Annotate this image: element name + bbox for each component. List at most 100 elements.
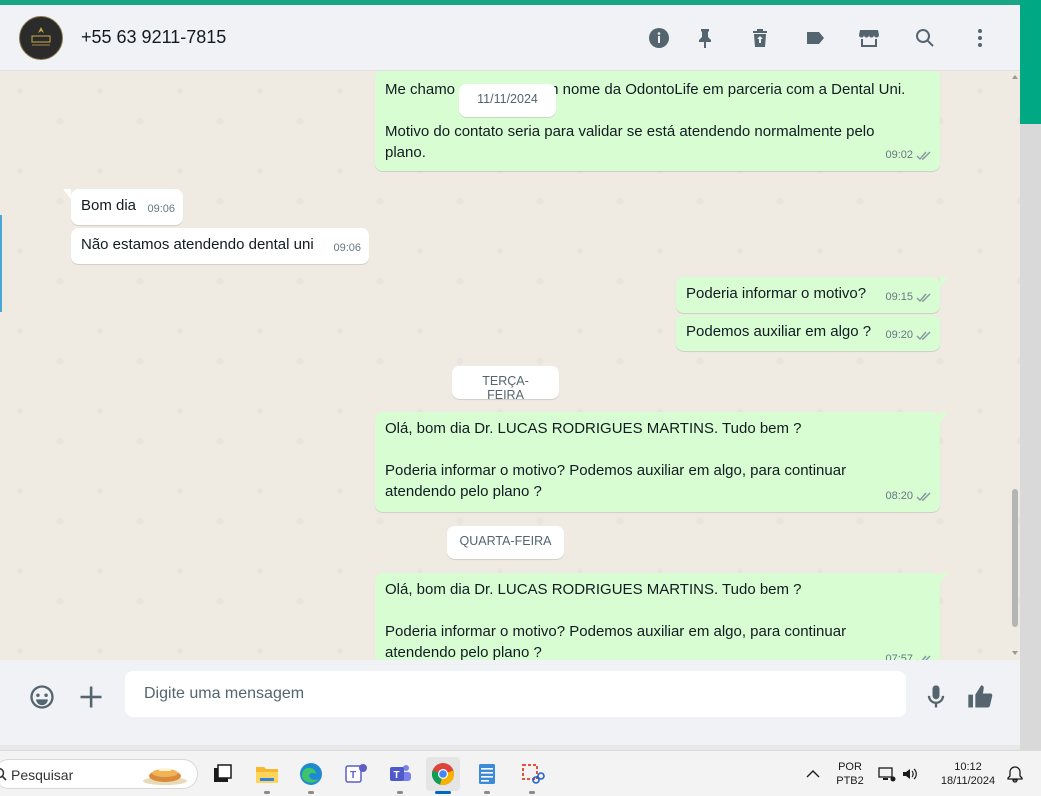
message-time: 09:15 bbox=[885, 291, 913, 303]
message-meta: 07:57 bbox=[885, 649, 932, 660]
voice-button[interactable] bbox=[921, 682, 951, 712]
message-meta: 09:20 bbox=[885, 325, 932, 346]
floating-date-chip: 11/11/2024 bbox=[459, 84, 556, 117]
search-button[interactable] bbox=[912, 25, 938, 51]
scrollbar-thumb[interactable] bbox=[1012, 489, 1018, 627]
plus-icon bbox=[80, 686, 102, 708]
emoji-icon bbox=[30, 685, 54, 709]
store-icon bbox=[859, 30, 879, 47]
catalog-button[interactable] bbox=[856, 25, 882, 51]
svg-text:T: T bbox=[350, 770, 356, 781]
message-meta: 09:06 bbox=[333, 238, 361, 259]
taskbar-teams-work[interactable]: T bbox=[339, 757, 373, 791]
scroll-down-arrow[interactable] bbox=[1012, 651, 1018, 655]
message-incoming[interactable]: Não estamos atendendo dental uni 09:06 bbox=[71, 228, 369, 264]
side-gray-panel bbox=[1020, 124, 1041, 750]
running-indicator bbox=[397, 791, 403, 794]
label-icon bbox=[807, 32, 824, 44]
message-list[interactable]: Me chamo m nome da OdontoLife em parceri… bbox=[0, 71, 1020, 660]
task-view-icon bbox=[214, 764, 232, 782]
emoji-button[interactable] bbox=[27, 682, 57, 712]
read-ticks-icon bbox=[916, 293, 931, 303]
chrome-icon bbox=[431, 763, 455, 786]
snipping-tool-icon bbox=[522, 764, 545, 784]
message-time: 09:06 bbox=[147, 203, 175, 215]
system-clock[interactable]: 10:12 18/11/2024 bbox=[932, 760, 1004, 788]
message-outgoing[interactable]: Poderia informar o motivo? 09:15 bbox=[676, 277, 948, 313]
windows-taskbar: Pesquisar T T POR PTB2 10:12 18/11/2024 bbox=[0, 750, 1041, 796]
message-input[interactable] bbox=[125, 671, 906, 717]
info-button[interactable] bbox=[646, 25, 672, 51]
message-outgoing[interactable]: Olá, bom dia Dr. LUCAS RODRIGUES MARTINS… bbox=[375, 573, 948, 660]
message-text: Olá, bom dia Dr. LUCAS RODRIGUES MARTINS… bbox=[385, 581, 847, 660]
taskbar-notepad[interactable] bbox=[470, 757, 504, 794]
message-text: Bom dia bbox=[81, 197, 137, 214]
message-outgoing[interactable]: Olá, bom dia Dr. LUCAS RODRIGUES MARTINS… bbox=[375, 412, 948, 512]
chevron-up-icon[interactable] bbox=[804, 765, 822, 783]
scroll-up-arrow[interactable] bbox=[1012, 75, 1018, 79]
taskbar-snipping-tool[interactable] bbox=[515, 757, 549, 794]
message-meta: 09:02 bbox=[885, 145, 932, 166]
menu-button[interactable] bbox=[967, 25, 993, 51]
volume-icon[interactable] bbox=[901, 765, 919, 783]
date-separator-wednesday: QUARTA-FEIRA bbox=[447, 526, 564, 559]
message-time: 09:20 bbox=[885, 329, 913, 341]
keyboard-layout: PTB2 bbox=[836, 775, 864, 787]
message-text: Motivo do contato seria para validar se … bbox=[385, 123, 875, 161]
like-button[interactable] bbox=[965, 682, 995, 712]
read-ticks-icon bbox=[916, 151, 931, 161]
date-separator-tuesday: TERÇA-FEIRA bbox=[452, 366, 559, 402]
taskbar-edge[interactable] bbox=[294, 757, 328, 794]
message-text: Não estamos atendendo dental uni bbox=[81, 236, 314, 253]
notification-bell-icon[interactable] bbox=[1006, 765, 1024, 783]
attach-button[interactable] bbox=[76, 682, 106, 712]
contact-avatar[interactable] bbox=[19, 16, 63, 60]
search-icon bbox=[916, 29, 934, 47]
input-language[interactable]: POR PTB2 bbox=[834, 760, 866, 788]
search-label: Pesquisar bbox=[11, 767, 74, 783]
chat-header: +55 63 9211-7815 bbox=[0, 5, 1020, 71]
taskbar-search[interactable]: Pesquisar bbox=[0, 759, 198, 789]
message-text: Poderia informar o motivo? bbox=[686, 285, 867, 302]
message-text-fragment: m nome da OdontoLife em parceria com a D… bbox=[546, 81, 906, 98]
pin-icon bbox=[699, 29, 711, 48]
network-icon[interactable] bbox=[878, 765, 896, 783]
clock-time: 10:12 bbox=[954, 761, 982, 773]
menu-icon bbox=[978, 29, 982, 47]
delete-icon bbox=[753, 29, 767, 47]
message-meta: 09:06 bbox=[147, 199, 175, 220]
thumbs-up-icon bbox=[968, 685, 993, 708]
notepad-icon bbox=[479, 764, 495, 784]
edge-icon bbox=[300, 763, 322, 785]
taskbar-chrome[interactable] bbox=[426, 757, 460, 794]
message-text: Podemos auxiliar em algo ? bbox=[686, 323, 872, 340]
running-indicator bbox=[264, 791, 270, 794]
info-icon bbox=[649, 28, 669, 48]
search-icon bbox=[0, 767, 7, 781]
message-time: 07:57 bbox=[885, 653, 913, 660]
clock-date: 18/11/2024 bbox=[940, 775, 996, 787]
whatsapp-window: +55 63 9211-7815 Me chamo m nome da Odon… bbox=[0, 5, 1020, 745]
message-meta: 09:15 bbox=[885, 287, 932, 308]
language-code: POR bbox=[838, 761, 862, 773]
side-accent-panel bbox=[1020, 0, 1041, 124]
taskbar-teams[interactable]: T bbox=[383, 757, 417, 794]
message-incoming[interactable]: Bom dia 09:06 bbox=[63, 189, 183, 225]
search-highlight-icon bbox=[143, 768, 187, 785]
message-time: 09:02 bbox=[885, 149, 913, 161]
delete-button[interactable] bbox=[747, 25, 773, 51]
left-accent-bar bbox=[0, 215, 2, 312]
running-indicator bbox=[435, 791, 451, 794]
folder-icon bbox=[256, 767, 278, 783]
contact-name[interactable]: +55 63 9211-7815 bbox=[81, 27, 226, 48]
message-outgoing[interactable]: Podemos auxiliar em algo ? 09:20 bbox=[676, 315, 940, 351]
taskbar-file-explorer[interactable] bbox=[250, 757, 284, 794]
taskbar-task-view[interactable] bbox=[205, 757, 239, 791]
message-time: 09:06 bbox=[333, 242, 361, 254]
running-indicator bbox=[529, 791, 535, 794]
label-button[interactable] bbox=[802, 25, 828, 51]
message-meta: 08:20 bbox=[885, 486, 932, 507]
read-ticks-icon bbox=[916, 331, 931, 341]
pin-button[interactable] bbox=[692, 25, 718, 51]
message-time: 08:20 bbox=[885, 490, 913, 502]
